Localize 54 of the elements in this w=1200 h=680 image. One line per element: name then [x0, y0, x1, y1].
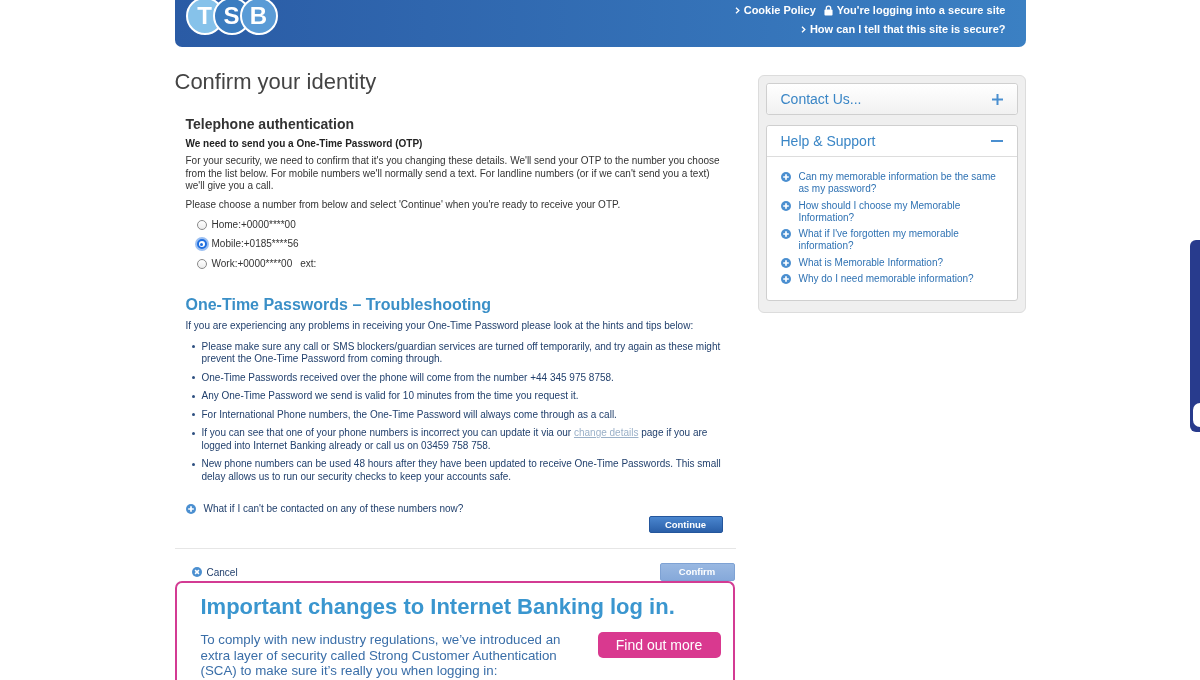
- subheading: We need to send you a One-Time Password (OTP): [185, 137, 424, 151]
- tip-text: For International Phone numbers, the One-Time Password will always come through as a call.: [201, 408, 618, 421]
- bullet-icon: [191, 431, 195, 435]
- plus-circle-icon: [780, 229, 791, 239]
- banner-text: To comply with new industry regulations, we’ve introduced an extra layer of security called Strong Customer Authentication (SCA) to make sure it’s really you when logging in:: [200, 632, 562, 679]
- help-link[interactable]: What is Memorable Information?: [798, 256, 1004, 269]
- header-link[interactable]: Cookie Policy: [734, 3, 816, 17]
- plus-circle-icon: [780, 257, 791, 268]
- help-link[interactable]: Can my memorable information be the same as my password?: [798, 171, 1004, 195]
- page-title: Confirm your identity: [174, 69, 378, 95]
- section-heading: Telephone authentication: [185, 116, 356, 132]
- side-tab[interactable]: [1190, 240, 1200, 432]
- close-icon: [191, 567, 202, 577]
- continue-button[interactable]: Continue: [648, 516, 723, 533]
- tip-text: Please make sure any call or SMS blockers/guardian services are turned off temporarily, and try again as these might prevent the One-Time Password from coming through.: [201, 340, 722, 366]
- intro-paragraph: If you are experiencing any problems in receiving your One-Time Password please look at the hints and tips below:: [185, 319, 695, 332]
- tip-text: One-Time Passwords received over the phone will come from the number +44 345 975 8758.: [201, 371, 615, 384]
- plus-circle-icon: [780, 200, 791, 211]
- section-heading: One-Time Passwords – Troubleshooting: [185, 294, 493, 314]
- help-link[interactable]: Why do I need memorable information?: [798, 273, 1004, 285]
- header-link[interactable]: How can I tell that this site is secure?: [800, 22, 1006, 36]
- radio-label[interactable]: Mobile:+0185****56: [211, 238, 299, 251]
- radio-label[interactable]: Work:+0000****00: [211, 257, 293, 270]
- plus-circle-icon: [780, 274, 791, 284]
- logo[interactable]: T S B: [185, 0, 278, 35]
- intro-paragraph: For your security, we need to confirm that it's you changing these details. We'll send your OTP to the number you choose from the list below. For mobile numbers we'll normally send a text. For landline numbers (or if we can't send you a text) we'll give you a call.: [185, 155, 721, 193]
- cancel-link[interactable]: Cancel: [191, 564, 238, 580]
- find-out-more-button[interactable]: Find out more: [597, 632, 721, 658]
- accordion-header[interactable]: Contact Us...: [766, 84, 1017, 114]
- radio-button[interactable]: [196, 258, 207, 269]
- tip-text: If you can see that one of your phone numbers is incorrect you can update it via our change details page if you are logged into Internet Banking already or call us on 03459 758 758.: [201, 427, 709, 452]
- accordion-header[interactable]: Help & Support: [766, 126, 1017, 157]
- help-link[interactable]: How should I choose my Memorable Information?: [798, 199, 1004, 224]
- radio-button[interactable]: [196, 239, 207, 250]
- chevron-icon: [800, 25, 806, 33]
- bullet-icon: [191, 413, 195, 416]
- instruction-text: Please choose a number from below and select 'Continue' when you're ready to receive your OTP.: [185, 198, 622, 211]
- extension-label: ext:: [300, 257, 317, 270]
- lock-icon: [823, 4, 833, 16]
- secure-site-link[interactable]: You're logging into a secure site: [823, 3, 1006, 17]
- bullet-icon: [191, 462, 195, 466]
- tip-text: New phone numbers can be used 48 hours after they have been updated to receive One-Time Passwords. This small delay allows us to run our security checks to keep your accounts safe.: [201, 458, 722, 483]
- chevron-icon: [734, 6, 740, 14]
- radio-label[interactable]: Home:+0000****00: [211, 218, 296, 231]
- expand-link[interactable]: What if I can't be contacted on any of these numbers now?: [203, 502, 464, 516]
- help-link[interactable]: What if I've forgotten my memorable information?: [798, 228, 1004, 252]
- bullet-icon: [191, 394, 195, 398]
- semicircle-icon: [1193, 403, 1200, 427]
- tip-text: Any One-Time Password we send is valid for 10 minutes from the time you request it.: [201, 390, 580, 403]
- radio-button[interactable]: [196, 219, 207, 230]
- plus-circle-icon: [780, 172, 791, 182]
- banner-title: Important changes to Internet Banking log in.: [200, 594, 676, 620]
- bullet-icon: [191, 345, 195, 348]
- bullet-icon: [191, 376, 195, 379]
